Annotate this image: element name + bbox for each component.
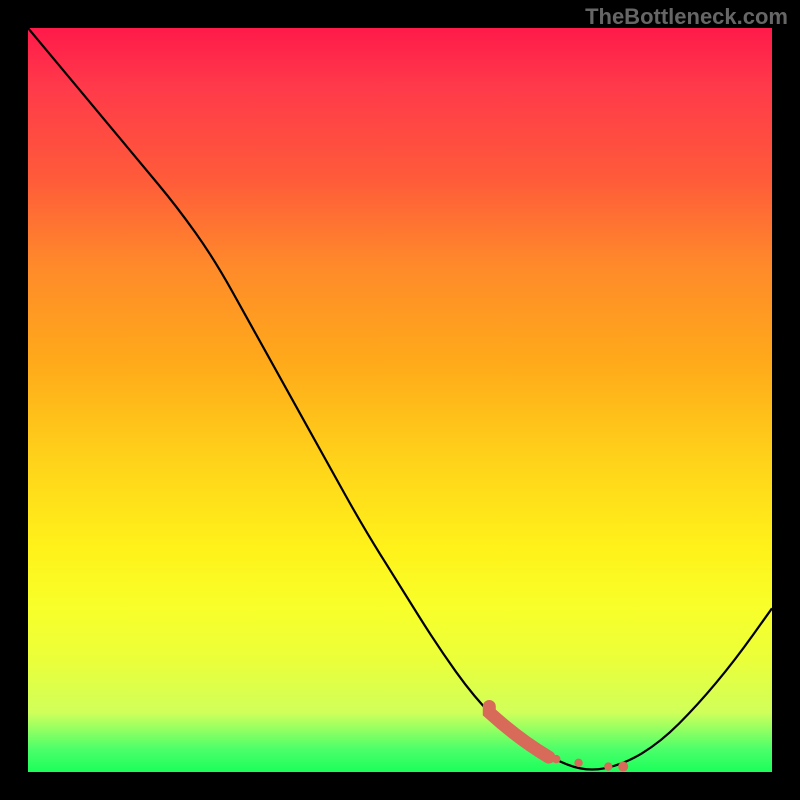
curve-dot [552,755,560,763]
curve-dot [618,762,628,772]
bottleneck-curve [28,28,772,772]
curve-dot [574,759,582,767]
curve-dot [604,762,612,770]
chart-plot-area [28,28,772,772]
watermark-text: TheBottleneck.com [585,4,788,30]
